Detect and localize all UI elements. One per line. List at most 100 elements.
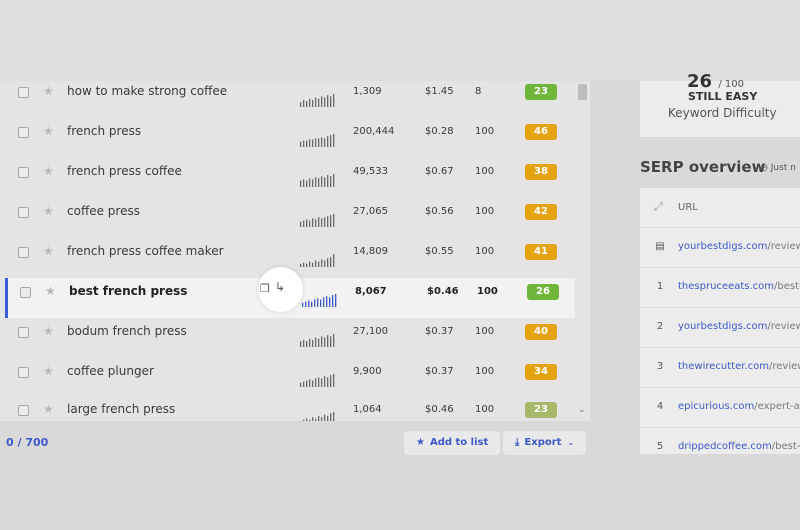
keyword-text[interactable]: coffee plunger xyxy=(67,364,154,378)
sparkline-bar xyxy=(333,134,335,147)
serp-row[interactable]: 4 epicurious.com/expert-ad xyxy=(640,388,800,428)
search-volume: 8,067 xyxy=(355,286,387,297)
sparkline-bar xyxy=(330,257,332,267)
serp-row[interactable]: ▤ yourbestdigs.com/review xyxy=(640,228,800,268)
keyword-text[interactable]: french press coffee maker xyxy=(67,244,224,258)
serp-row[interactable]: 2 yourbestdigs.com/review xyxy=(640,308,800,348)
serp-url[interactable]: yourbestdigs.com/review xyxy=(678,321,800,332)
serp-domain[interactable]: epicurious.com xyxy=(678,401,754,412)
scroll-thumb[interactable] xyxy=(578,84,587,100)
star-icon[interactable]: ★ xyxy=(43,402,54,416)
sparkline-bar xyxy=(312,262,314,267)
export-button[interactable]: ⤓ Export ⌄ xyxy=(503,431,587,455)
sparkline-bar xyxy=(306,341,308,347)
sparkline-bar xyxy=(333,374,335,387)
star-icon: ★ xyxy=(416,437,425,448)
sparkline-bar xyxy=(327,95,329,107)
keyword-row[interactable]: ★ french press coffee 49,533 $0.67 100 38 xyxy=(6,164,576,204)
sparkline-bar xyxy=(315,138,317,147)
star-icon[interactable]: ★ xyxy=(43,204,54,218)
star-icon[interactable]: ★ xyxy=(43,324,54,338)
trend-sparkline xyxy=(300,214,335,227)
serp-url[interactable]: yourbestdigs.com/review xyxy=(678,241,800,252)
trend-sparkline xyxy=(300,94,335,107)
star-icon[interactable]: ★ xyxy=(45,284,56,298)
keyword-text[interactable]: french press xyxy=(67,124,141,138)
keyword-text[interactable]: how to make strong coffee xyxy=(67,84,227,98)
serp-url[interactable]: thewirecutter.com/review xyxy=(678,361,800,372)
sparkline-bar xyxy=(300,382,302,387)
sparkline-bar xyxy=(309,220,311,227)
row-checkbox[interactable] xyxy=(18,167,29,178)
sparkline-bar xyxy=(303,99,305,107)
keyword-text[interactable]: large french press xyxy=(67,402,175,416)
serp-domain[interactable]: thespruceeats.com xyxy=(678,281,774,292)
row-checkbox[interactable] xyxy=(18,367,29,378)
sparkline-bar xyxy=(324,97,326,107)
row-checkbox[interactable] xyxy=(18,247,29,258)
row-checkbox[interactable] xyxy=(18,405,29,416)
sparkline-bar xyxy=(324,177,326,187)
trend-sparkline xyxy=(302,294,337,307)
serp-row[interactable]: 5 drippedcoffee.com/best- xyxy=(640,428,800,454)
star-icon[interactable]: ★ xyxy=(43,364,54,378)
serp-domain[interactable]: yourbestdigs.com xyxy=(678,241,767,252)
sparkline-bar xyxy=(318,415,320,421)
keyword-text[interactable]: best french press xyxy=(69,284,187,298)
sparkline-bar xyxy=(330,176,332,187)
sparkline-bar xyxy=(312,339,314,347)
serp-row[interactable]: 1 thespruceeats.com/best- xyxy=(640,268,800,308)
sparkline-bar xyxy=(318,261,320,267)
keyword-text[interactable]: bodum french press xyxy=(67,324,187,338)
star-icon[interactable]: ★ xyxy=(43,124,54,138)
star-icon[interactable]: ★ xyxy=(43,164,54,178)
serp-url[interactable]: drippedcoffee.com/best- xyxy=(678,441,800,452)
keyword-row[interactable]: ★ how to make strong coffee 1,309 $1.45 8 23 xyxy=(6,84,576,124)
copy-icon[interactable]: ❐ xyxy=(260,282,270,295)
row-checkbox[interactable] xyxy=(20,287,31,298)
serp-url[interactable]: thespruceeats.com/best- xyxy=(678,281,800,292)
kd-badge: 38 xyxy=(525,164,557,180)
cpc-value: $0.46 xyxy=(427,286,459,297)
trend-sparkline xyxy=(300,134,335,147)
sparkline-bar xyxy=(321,96,323,107)
serp-domain[interactable]: yourbestdigs.com xyxy=(678,321,767,332)
row-checkbox[interactable] xyxy=(18,127,29,138)
star-icon[interactable]: ★ xyxy=(43,84,54,98)
competition-value: 100 xyxy=(475,166,495,177)
star-icon[interactable]: ★ xyxy=(43,244,54,258)
keyword-table: ★ how to make strong coffee 1,309 $1.45 8 23 ★… xyxy=(0,81,590,421)
serp-header: ⤢ URL xyxy=(640,188,800,228)
arrow-right-icon[interactable]: ↳ xyxy=(275,280,285,294)
keyword-text[interactable]: french press coffee xyxy=(67,164,182,178)
sparkline-bar xyxy=(324,260,326,267)
serp-url[interactable]: epicurious.com/expert-ad xyxy=(678,401,800,412)
keyword-row[interactable]: ★ coffee plunger 9,900 $0.37 100 34 xyxy=(6,364,576,404)
row-checkbox[interactable] xyxy=(18,87,29,98)
trend-sparkline xyxy=(303,412,335,421)
sparkline-bar xyxy=(315,219,317,227)
chevron-down-icon[interactable]: ⌄ xyxy=(578,405,586,415)
sparkline-bar xyxy=(303,381,305,387)
keyword-text[interactable]: coffee press xyxy=(67,204,140,218)
keyword-row[interactable]: ★ bodum french press 27,100 $0.37 100 40 xyxy=(6,324,576,364)
trend-sparkline xyxy=(300,254,335,267)
sparkline-bar xyxy=(327,415,329,421)
serp-domain[interactable]: thewirecutter.com xyxy=(678,361,769,372)
keyword-row[interactable]: ★ french press 200,444 $0.28 100 46 xyxy=(6,124,576,164)
sparkline-bar xyxy=(321,259,323,267)
sparkline-bar xyxy=(329,297,331,307)
competition-value: 100 xyxy=(475,366,495,377)
keyword-row[interactable]: ★ coffee press 27,065 $0.56 100 42 xyxy=(6,204,576,244)
serp-domain[interactable]: drippedcoffee.com xyxy=(678,441,772,452)
scrollbar[interactable]: ⌄ xyxy=(576,81,588,421)
sparkline-bar xyxy=(318,217,320,227)
serp-row[interactable]: 3 thewirecutter.com/review xyxy=(640,348,800,388)
add-to-list-button[interactable]: ★ Add to list xyxy=(404,431,501,455)
expand-icon[interactable]: ⤢ xyxy=(654,200,663,214)
row-checkbox[interactable] xyxy=(18,327,29,338)
row-checkbox[interactable] xyxy=(18,207,29,218)
sparkline-bar xyxy=(327,136,329,147)
keyword-row[interactable]: ★ large french press 1,064 $0.46 100 23 xyxy=(6,402,576,421)
sparkline-bar xyxy=(327,258,329,267)
